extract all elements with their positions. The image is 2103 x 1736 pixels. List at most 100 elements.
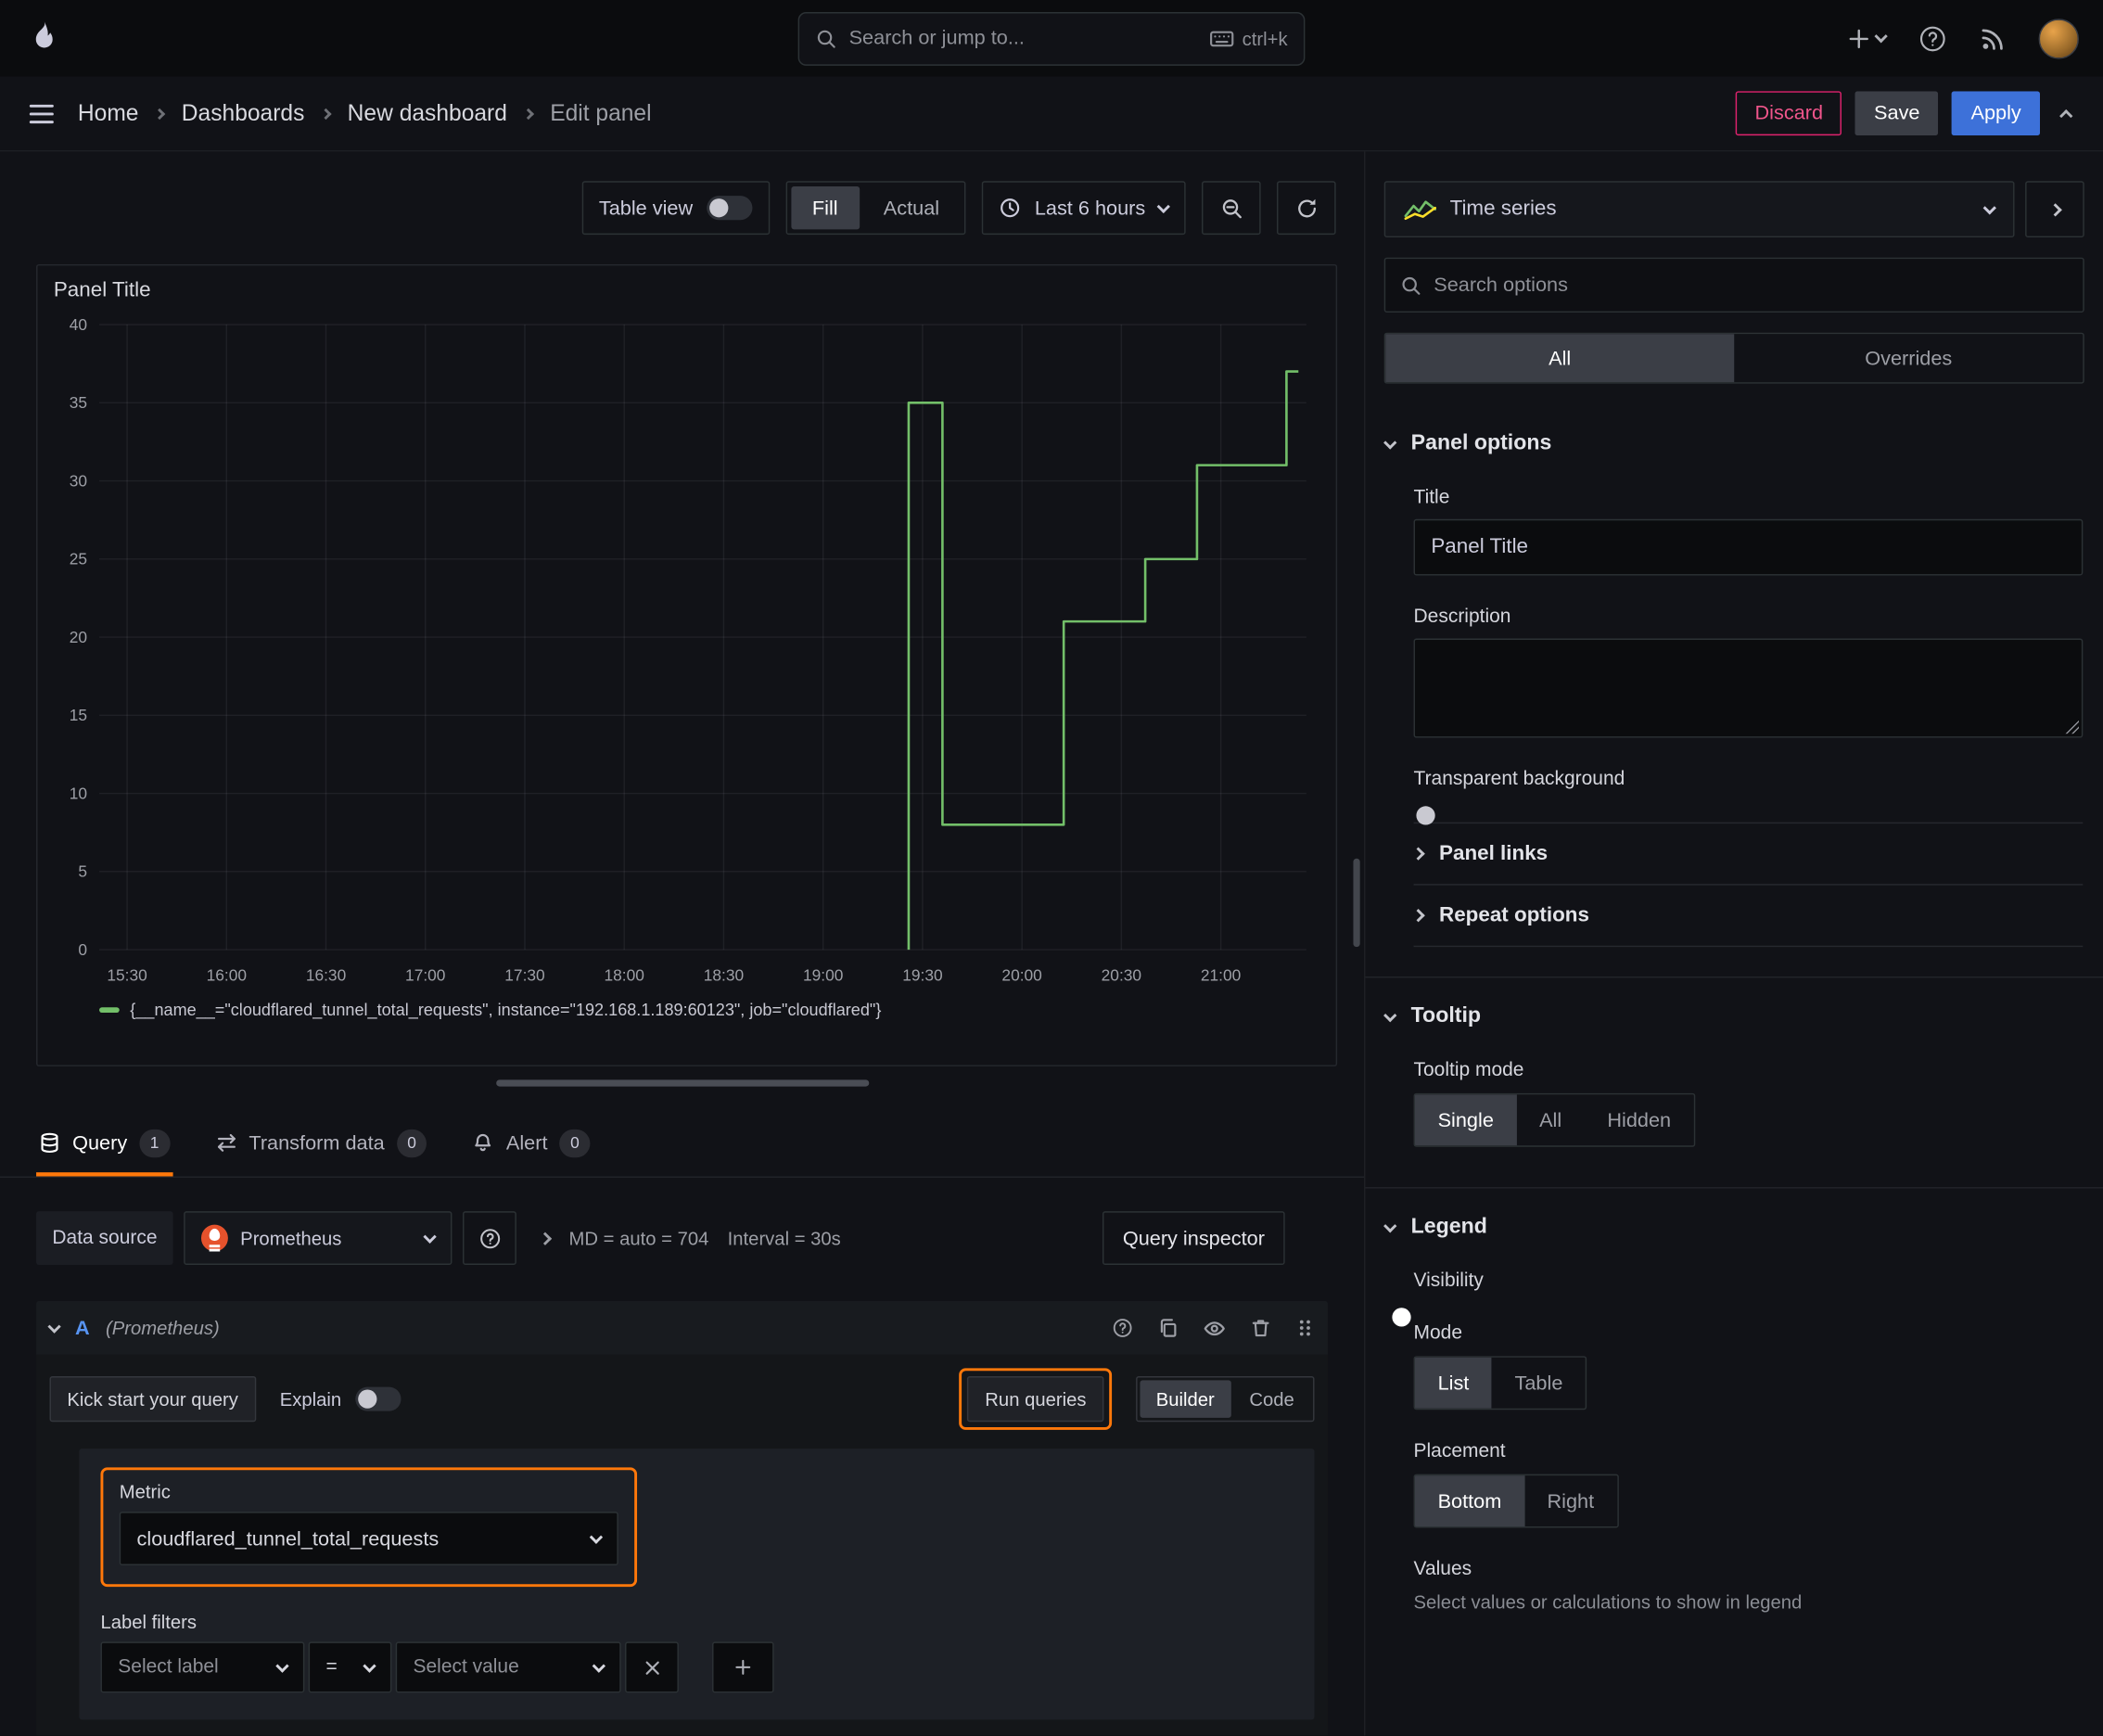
legend-series-label: {__name__="cloudflared_tunnel_total_requ… xyxy=(130,1001,882,1020)
repeat-options-section[interactable]: Repeat options xyxy=(1411,884,2084,946)
tooltip-mode-single[interactable]: Single xyxy=(1414,1094,1517,1146)
help-button[interactable] xyxy=(1918,23,1947,53)
time-range-picker[interactable]: Last 6 hours xyxy=(982,181,1186,236)
description-textarea[interactable] xyxy=(1413,638,2084,738)
tooltip-section-header[interactable]: Tooltip xyxy=(1365,1004,2103,1028)
scrollbar-thumb[interactable] xyxy=(1353,858,1360,948)
panel-title-input[interactable] xyxy=(1413,518,2084,576)
tab-transform-data[interactable]: Transform data 0 xyxy=(212,1114,429,1177)
tab-alert-label: Alert xyxy=(505,1131,548,1155)
legend-item[interactable]: {__name__="cloudflared_tunnel_total_requ… xyxy=(38,998,1336,1019)
svg-text:25: 25 xyxy=(70,550,87,568)
datasource-picker[interactable]: Prometheus xyxy=(184,1211,452,1265)
discard-button[interactable]: Discard xyxy=(1736,91,1842,136)
tab-all[interactable]: All xyxy=(1385,334,1735,383)
duplicate-query-icon[interactable] xyxy=(1157,1317,1179,1338)
svg-text:16:30: 16:30 xyxy=(306,965,346,984)
chevron-right-icon xyxy=(1411,847,1425,861)
add-filter-button[interactable] xyxy=(712,1641,774,1693)
svg-text:20:30: 20:30 xyxy=(1102,965,1141,984)
svg-text:40: 40 xyxy=(70,315,87,334)
breadcrumb-dashboards[interactable]: Dashboards xyxy=(182,100,305,127)
tooltip-mode-label: Tooltip mode xyxy=(1413,1059,1524,1081)
collapse-header-button[interactable] xyxy=(2053,95,2078,132)
query-editor-body: Kick start your query Explain Run querie… xyxy=(36,1354,1328,1736)
svg-text:20: 20 xyxy=(70,628,87,646)
svg-text:30: 30 xyxy=(70,471,87,490)
select-value-dropdown[interactable]: Select value xyxy=(395,1641,621,1693)
builder-button[interactable]: Builder xyxy=(1140,1380,1231,1418)
panel-links-section[interactable]: Panel links xyxy=(1411,822,2084,885)
apply-button[interactable]: Apply xyxy=(1952,91,2041,136)
breadcrumb-new-dashboard[interactable]: New dashboard xyxy=(348,100,507,127)
legend-mode-table[interactable]: Table xyxy=(1492,1358,1586,1409)
menu-toggle[interactable] xyxy=(24,98,59,128)
remove-filter-button[interactable] xyxy=(625,1641,679,1693)
global-search-input[interactable] xyxy=(848,26,1198,50)
legend-section-title: Legend xyxy=(1410,1215,1487,1239)
tab-transform-label: Transform data xyxy=(249,1131,385,1155)
drag-handle-icon[interactable] xyxy=(1295,1317,1314,1338)
run-queries-button[interactable]: Run queries xyxy=(967,1376,1104,1423)
tooltip-mode-hidden[interactable]: Hidden xyxy=(1585,1094,1694,1145)
breadcrumb-home[interactable]: Home xyxy=(78,100,139,127)
query-inspector-button[interactable]: Query inspector xyxy=(1102,1211,1285,1265)
explain-toggle[interactable] xyxy=(354,1386,401,1411)
save-button[interactable]: Save xyxy=(1854,91,1939,136)
time-series-chart[interactable]: 0 5 10 15 20 25 30 35 40 15:30 16:00 16:30 17:00 17:3… xyxy=(38,309,1326,998)
global-search-box[interactable]: ctrl+k xyxy=(797,11,1306,66)
chevron-down-icon xyxy=(363,1658,376,1673)
transform-icon xyxy=(215,1132,236,1154)
svg-text:19:30: 19:30 xyxy=(902,965,942,984)
zoom-out-button[interactable] xyxy=(1202,181,1261,236)
grafana-app: ctrl+k Home Dashboards xyxy=(0,0,2103,1736)
refresh-button[interactable] xyxy=(1277,181,1336,236)
options-search-box[interactable] xyxy=(1383,257,2084,313)
breadcrumb-bar: Home Dashboards New dashboard Edit panel… xyxy=(0,76,2103,152)
metric-highlight: Metric cloudflared_tunnel_total_requests xyxy=(100,1467,638,1588)
metric-select[interactable]: cloudflared_tunnel_total_requests xyxy=(119,1512,618,1565)
legend-swatch xyxy=(99,1007,120,1014)
code-button[interactable]: Code xyxy=(1233,1380,1310,1418)
tab-overrides[interactable]: Overrides xyxy=(1734,334,2083,382)
datasource-help-button[interactable] xyxy=(463,1211,517,1265)
table-view-toggle[interactable] xyxy=(706,196,752,221)
legend-placement-right[interactable]: Right xyxy=(1524,1475,1617,1526)
label-filters-row: Select label = Select value xyxy=(100,1641,1293,1693)
query-options-toggle[interactable]: MD = auto = 704 Interval = 30s xyxy=(528,1227,855,1249)
svg-text:0: 0 xyxy=(78,940,87,959)
zoom-out-icon xyxy=(1220,197,1243,220)
collapse-query-icon[interactable] xyxy=(47,1319,61,1334)
operator-dropdown[interactable]: = xyxy=(308,1641,392,1693)
legend-placement-label: Placement xyxy=(1413,1440,1506,1462)
visibility-label: Visibility xyxy=(1413,1270,1484,1292)
user-avatar[interactable] xyxy=(2038,18,2079,58)
grafana-logo[interactable] xyxy=(24,19,64,58)
visualization-picker[interactable]: Time series xyxy=(1383,181,2015,238)
collapse-options-button[interactable] xyxy=(2025,181,2084,238)
legend-section-header[interactable]: Legend xyxy=(1365,1215,2103,1239)
kick-start-query-button[interactable]: Kick start your query xyxy=(49,1376,256,1423)
top-nav-bar: ctrl+k xyxy=(0,0,2103,77)
query-toolbar: Kick start your query Explain Run querie… xyxy=(49,1368,1315,1430)
hide-response-eye-icon[interactable] xyxy=(1203,1317,1226,1340)
datasource-row: Data source Prometheus MD = auto = 704 I… xyxy=(36,1210,1328,1267)
fill-button[interactable]: Fill xyxy=(790,186,860,230)
tooltip-mode-all[interactable]: All xyxy=(1516,1094,1584,1145)
news-icon[interactable] xyxy=(1980,25,2007,52)
time-range-label: Last 6 hours xyxy=(1034,196,1146,220)
tab-query[interactable]: Query 1 xyxy=(36,1114,172,1177)
delete-query-icon[interactable] xyxy=(1250,1317,1271,1338)
legend-placement-bottom[interactable]: Bottom xyxy=(1414,1475,1524,1527)
add-new-button[interactable] xyxy=(1847,26,1888,50)
panel-options-section-header[interactable]: Panel options xyxy=(1365,432,2103,456)
query-help-icon[interactable] xyxy=(1112,1317,1133,1338)
svg-text:10: 10 xyxy=(70,784,87,802)
tab-alert[interactable]: Alert 0 xyxy=(470,1114,593,1177)
select-label-dropdown[interactable]: Select label xyxy=(100,1641,305,1693)
bell-icon xyxy=(473,1132,494,1154)
options-search-input[interactable] xyxy=(1434,274,2069,297)
actual-button[interactable]: Actual xyxy=(862,186,962,229)
legend-mode-list[interactable]: List xyxy=(1414,1357,1492,1409)
panel-resize-handle[interactable] xyxy=(495,1079,869,1087)
